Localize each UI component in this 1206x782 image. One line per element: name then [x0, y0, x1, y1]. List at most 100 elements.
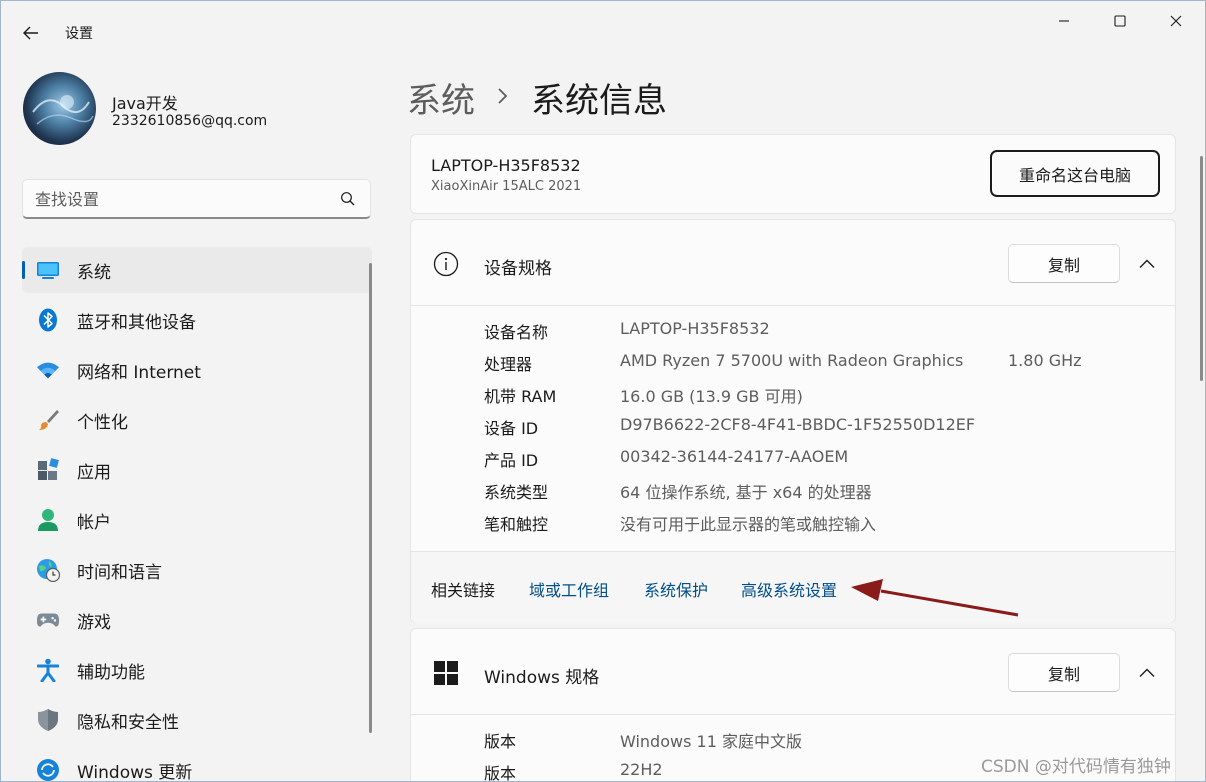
- chevron-up-icon: [1139, 668, 1155, 677]
- close-button[interactable]: [1148, 3, 1204, 39]
- sidebar-item-label: 游戏: [77, 612, 111, 633]
- shield-icon: [36, 708, 60, 732]
- chevron-up-icon: [1139, 259, 1155, 268]
- sidebar-scrollbar[interactable]: [369, 263, 372, 733]
- globe-clock-icon: [36, 558, 60, 582]
- sidebar-item-label: 帐户: [77, 512, 111, 533]
- brush-icon: [36, 408, 60, 432]
- settings-search-box: [22, 179, 371, 219]
- collapse-button[interactable]: [1135, 252, 1159, 276]
- close-icon: [1170, 15, 1182, 27]
- spec-row: 系统类型 64 位操作系统, 基于 x64 的处理器: [484, 476, 1164, 508]
- spec-value: AMD Ryzen 7 5700U with Radeon Graphics: [620, 351, 964, 370]
- device-specs-title: 设备规格: [484, 259, 552, 279]
- pc-name: LAPTOP-H35F8532: [431, 156, 581, 175]
- device-specs-card: 设备规格 复制 设备名称 LAPTOP-H35F8532 处理器 AMD Ryz…: [410, 219, 1176, 623]
- minimize-button[interactable]: [1036, 3, 1092, 39]
- spec-label: 设备名称: [484, 323, 549, 342]
- sidebar-item-apps[interactable]: 应用: [22, 447, 372, 493]
- device-specs-header[interactable]: 设备规格 复制: [411, 220, 1175, 306]
- spec-row: 设备 ID D97B6622-2CF8-4F41-BBDC-1F52550D12…: [484, 412, 1164, 444]
- sidebar-item-accessibility[interactable]: 辅助功能: [22, 647, 372, 693]
- update-icon: [36, 758, 60, 781]
- accessibility-icon: [36, 658, 60, 682]
- spec-label: 处理器: [484, 355, 533, 374]
- spec-extra: 1.80 GHz: [1008, 351, 1082, 370]
- spec-value: D97B6622-2CF8-4F41-BBDC-1F52550D12EF: [620, 415, 976, 434]
- profile-name: Java开发: [112, 94, 178, 113]
- domain-workgroup-link[interactable]: 域或工作组: [529, 577, 609, 601]
- sidebar-item-accounts[interactable]: 帐户: [22, 497, 372, 543]
- spec-value: 22H2: [620, 760, 663, 779]
- maximize-button[interactable]: [1092, 3, 1148, 39]
- gamepad-icon: [36, 608, 60, 632]
- spec-value: 00342-36144-24177-AAOEM: [620, 447, 849, 466]
- device-specs-table: 设备名称 LAPTOP-H35F8532 处理器 AMD Ryzen 7 570…: [484, 316, 1164, 540]
- spec-value: 没有可用于此显示器的笔或触控输入: [620, 515, 877, 534]
- settings-window: 设置 Java开发 2332610856@qq.com 查找设置 系统 蓝牙和其…: [0, 0, 1206, 782]
- windows-specs-title: Windows 规格: [484, 668, 600, 688]
- copy-windows-specs-button[interactable]: 复制: [1008, 653, 1120, 692]
- sidebar-item-label: 隐私和安全性: [77, 712, 179, 733]
- profile-email: 2332610856@qq.com: [112, 113, 268, 129]
- bluetooth-icon: [36, 308, 60, 332]
- spec-label: 系统类型: [484, 483, 549, 502]
- spec-value: 64 位操作系统, 基于 x64 的处理器: [620, 483, 872, 502]
- windows-specs-header[interactable]: Windows 规格 复制: [411, 629, 1175, 715]
- sidebar-item-label: 时间和语言: [77, 562, 162, 583]
- avatar: [23, 72, 96, 145]
- rename-pc-button[interactable]: 重命名这台电脑: [990, 150, 1160, 197]
- spec-row: 机带 RAM 16.0 GB (13.9 GB 可用): [484, 380, 1164, 412]
- sidebar-item-bluetooth[interactable]: 蓝牙和其他设备: [22, 297, 372, 343]
- spec-label: 版本: [484, 764, 517, 782]
- spec-value: LAPTOP-H35F8532: [620, 319, 770, 338]
- sidebar-item-gaming[interactable]: 游戏: [22, 597, 372, 643]
- sidebar-item-time-language[interactable]: 时间和语言: [22, 547, 372, 593]
- page-title: 系统信息: [531, 80, 667, 121]
- sidebar-nav: 系统 蓝牙和其他设备 网络和 Internet 个性化 应用 帐户 时间和语言 …: [22, 247, 372, 782]
- back-arrow-icon: [23, 26, 38, 40]
- related-links-bar: 相关链接 域或工作组 系统保护 高级系统设置: [411, 551, 1175, 623]
- sidebar-item-system[interactable]: 系统: [22, 247, 372, 293]
- collapse-button[interactable]: [1135, 661, 1159, 685]
- spec-label: 机带 RAM: [484, 387, 557, 406]
- back-button[interactable]: [15, 19, 47, 47]
- spec-row: 产品 ID 00342-36144-24177-AAOEM: [484, 444, 1164, 476]
- spec-label: 版本: [484, 732, 517, 751]
- spec-label: 笔和触控: [484, 515, 549, 534]
- maximize-icon: [1114, 15, 1126, 27]
- app-title: 设置: [65, 26, 93, 42]
- minimize-icon: [1059, 20, 1069, 22]
- sidebar-item-label: 系统: [77, 262, 111, 283]
- spec-row: 处理器 AMD Ryzen 7 5700U with Radeon Graphi…: [484, 348, 1164, 380]
- main-scrollbar[interactable]: [1200, 156, 1203, 381]
- sidebar-item-label: 应用: [77, 462, 111, 483]
- breadcrumb: 系统 系统信息: [407, 73, 667, 121]
- sidebar-item-windows-update[interactable]: Windows 更新: [22, 747, 372, 782]
- user-profile[interactable]: Java开发 2332610856@qq.com: [23, 72, 383, 146]
- info-icon: [433, 251, 459, 277]
- breadcrumb-parent[interactable]: 系统: [407, 73, 475, 122]
- sidebar-item-label: 个性化: [77, 412, 128, 433]
- apps-icon: [36, 458, 60, 482]
- related-links-label: 相关链接: [431, 581, 496, 600]
- spec-value: Windows 11 家庭中文版: [620, 732, 802, 751]
- sidebar-item-personalization[interactable]: 个性化: [22, 397, 372, 443]
- spec-value: 16.0 GB (13.9 GB 可用): [620, 387, 803, 406]
- watermark: CSDN @对代码情有独钟: [981, 757, 1171, 777]
- system-protection-link[interactable]: 系统保护: [644, 577, 708, 601]
- pc-name-card: LAPTOP-H35F8532 XiaoXinAir 15ALC 2021 重命…: [410, 134, 1176, 214]
- monitor-icon: [36, 258, 60, 282]
- sidebar-item-label: Windows 更新: [77, 762, 193, 782]
- sidebar-item-privacy[interactable]: 隐私和安全性: [22, 697, 372, 743]
- spec-label: 设备 ID: [484, 419, 539, 438]
- sidebar-item-network[interactable]: 网络和 Internet: [22, 347, 372, 393]
- sidebar-item-label: 网络和 Internet: [77, 362, 201, 383]
- search-icon[interactable]: [340, 191, 356, 207]
- copy-device-specs-button[interactable]: 复制: [1008, 244, 1120, 283]
- person-icon: [36, 508, 60, 532]
- advanced-system-settings-link[interactable]: 高级系统设置: [741, 577, 837, 601]
- search-input[interactable]: [35, 187, 325, 211]
- chevron-right-icon: [497, 82, 509, 112]
- spec-label: 产品 ID: [484, 451, 539, 470]
